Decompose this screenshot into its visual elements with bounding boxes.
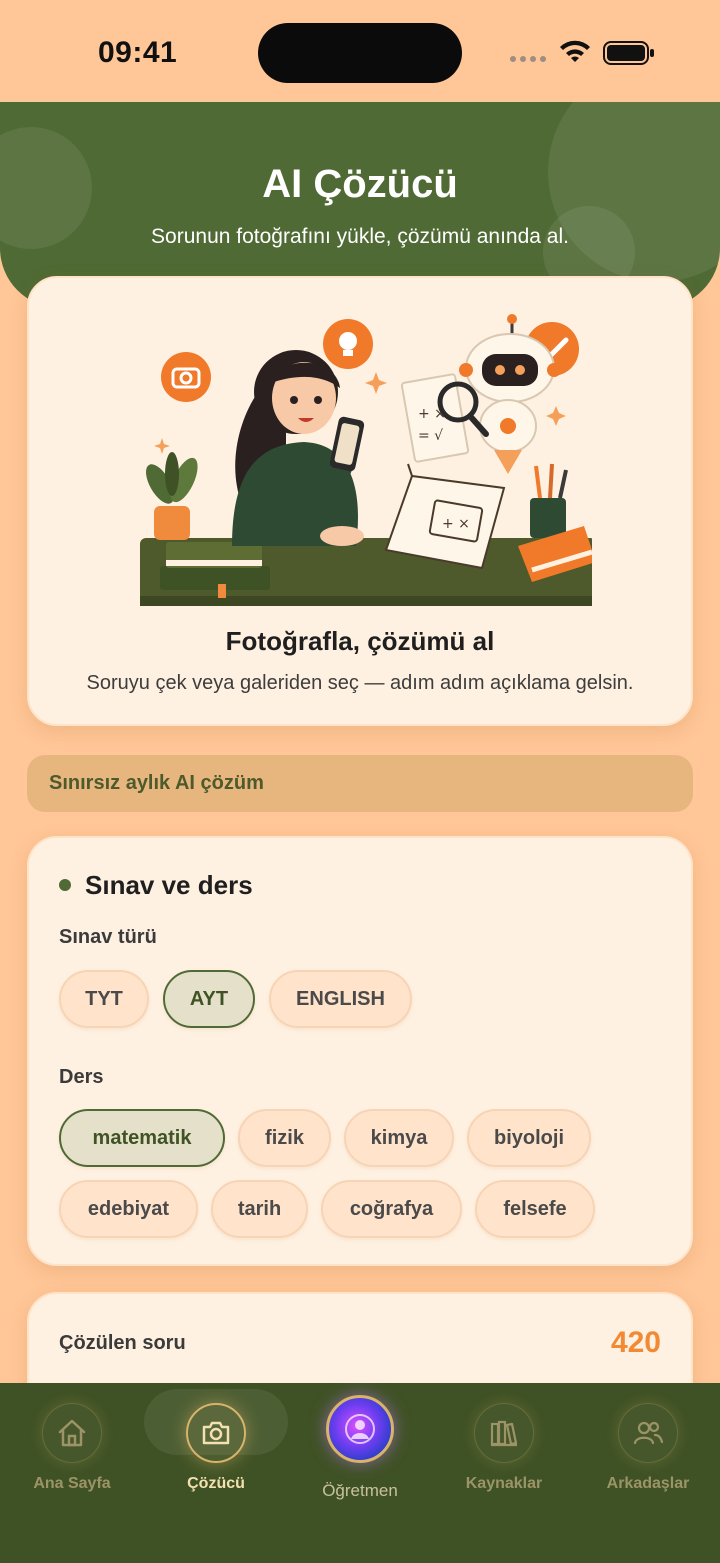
exam-type-label: Sınav türü [59, 926, 157, 948]
solved-count-label: Çözülen soru [59, 1332, 186, 1354]
dynamic-island [258, 23, 462, 83]
exam-type-chip-english[interactable]: ENGLISH [269, 970, 412, 1028]
battery-icon [603, 41, 654, 65]
nav-item-home[interactable]: Ana Sayfa [0, 1383, 144, 1563]
home-icon [58, 1419, 86, 1447]
nav-label-solver: Çözücü [187, 1475, 245, 1492]
subject-chip-biyoloji[interactable]: biyoloji [467, 1109, 591, 1167]
camera-icon [202, 1421, 230, 1445]
subject-label: Ders [59, 1066, 104, 1088]
subject-chip-matematik[interactable]: matematik [59, 1109, 225, 1167]
nav-label-home: Ana Sayfa [33, 1475, 111, 1492]
nav-item-resources[interactable]: Kaynaklar [432, 1383, 576, 1563]
nav-item-solver[interactable]: Çözücü [144, 1383, 288, 1563]
promo-text: Sınırsız aylık AI çözüm [49, 772, 264, 794]
page-title: AI Çözücü [262, 162, 458, 206]
subject-chip-kimya[interactable]: kimya [344, 1109, 454, 1167]
subject-chip-felsefe[interactable]: felsefe [475, 1180, 595, 1238]
promo-banner[interactable]: Sınırsız aylık AI çözüm [27, 755, 693, 812]
svg-text:= √: = √ [418, 428, 443, 444]
subject-chip-tarih[interactable]: tarih [211, 1180, 308, 1238]
svg-text:+ ×: + × [442, 516, 470, 532]
student-robot-illustration: + × + × = √ [140, 314, 592, 606]
exam-type-chip-ayt[interactable]: AYT [163, 970, 255, 1028]
subject-chip-edebiyat[interactable]: edebiyat [59, 1180, 198, 1238]
subject-chip-fizik[interactable]: fizik [238, 1109, 331, 1167]
books-icon [490, 1420, 518, 1447]
nav-label-friends: Arkadaşlar [606, 1475, 690, 1492]
status-time: 09:41 [98, 36, 178, 69]
section-dot-icon [59, 879, 71, 891]
upload-card-title: Fotoğrafla, çözümü al [225, 626, 495, 656]
cellular-signal-icon [510, 56, 546, 62]
status-bar: 09:41 [0, 0, 720, 102]
friends-icon [633, 1421, 664, 1445]
nav-label-teacher: Öğretmen [322, 1481, 398, 1500]
upload-illustration-card[interactable]: + × + × = √ Fotoğrafla, çözümü al Soruyu [27, 276, 693, 726]
page-subtitle: Sorunun fotoğrafını yükle, çözümü anında… [151, 225, 569, 248]
wifi-icon [560, 40, 590, 62]
solved-count-value: 420 [610, 1326, 661, 1359]
nav-item-teacher[interactable]: Öğretmen [288, 1383, 432, 1563]
nav-label-resources: Kaynaklar [465, 1475, 543, 1492]
bottom-navigation: Ana Sayfa Çözücü Öğretmen Kaynaklar Arka… [0, 1383, 720, 1563]
ai-teacher-orb-icon [345, 1414, 375, 1444]
section-title: Sınav ve ders [85, 870, 253, 900]
subject-chip-cografya[interactable]: coğrafya [321, 1180, 462, 1238]
nav-item-friends[interactable]: Arkadaşlar [576, 1383, 720, 1563]
exam-subject-card: Sınav ve ders Sınav türü TYT AYT ENGLISH… [27, 836, 693, 1266]
upload-card-subtitle: Soruyu çek veya galeriden seç — adım adı… [86, 672, 634, 694]
exam-type-chip-tyt[interactable]: TYT [59, 970, 149, 1028]
